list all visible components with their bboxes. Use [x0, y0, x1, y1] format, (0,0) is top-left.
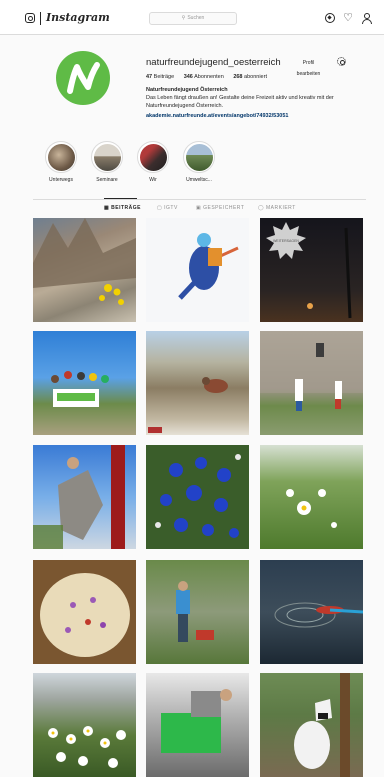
- post-tile[interactable]: [146, 560, 249, 664]
- post-image: [161, 689, 232, 753]
- active-tab-indicator: [104, 198, 137, 199]
- highlight-ring: [45, 141, 77, 173]
- heart-icon[interactable]: ♡: [343, 13, 353, 24]
- post-tile[interactable]: [33, 560, 136, 664]
- post-image: WEITERSAGEN: [266, 222, 352, 319]
- post-image: [155, 454, 241, 538]
- search-placeholder: Suchen: [187, 15, 205, 21]
- post-image: [40, 573, 130, 657]
- naturfreunde-logo-icon: [67, 62, 100, 94]
- following-count[interactable]: 268 abonniert: [233, 74, 267, 80]
- tab-igtv[interactable]: ▢ IGTV: [157, 205, 178, 211]
- tag-icon: ◯: [258, 205, 265, 211]
- search-input[interactable]: ⚲ Suchen: [149, 12, 237, 25]
- followers-count[interactable]: 346 Abonnenten: [184, 74, 224, 80]
- highlight-ring: [91, 141, 123, 173]
- post-image: [33, 445, 125, 549]
- post-image: [286, 489, 337, 528]
- post-tile[interactable]: WEITERSAGEN: [260, 218, 363, 322]
- post-tile[interactable]: [146, 445, 249, 549]
- top-navigation-bar: Instagram ⚲ Suchen ♡: [0, 0, 384, 35]
- search-icon: ⚲: [181, 15, 186, 21]
- bookmark-icon: ▣: [196, 205, 202, 211]
- tab-markiert[interactable]: ◯ MARKIERT: [258, 205, 296, 211]
- post-image: [51, 371, 109, 407]
- profile-stats: 47 Beiträge 346 Abonnenten 268 abonniert: [146, 74, 275, 80]
- grid-icon: ▦: [104, 205, 110, 211]
- post-tile[interactable]: [146, 218, 249, 322]
- profile-icon[interactable]: [361, 13, 372, 24]
- highlight-label: Umweltsc...: [186, 177, 212, 183]
- post-image: [260, 331, 363, 411]
- post-image: [274, 602, 363, 628]
- highlight-ring: [183, 141, 215, 173]
- instagram-glyph-icon[interactable]: [25, 13, 35, 23]
- highlight-thumbnail: [47, 143, 75, 171]
- highlight-unterwegs[interactable]: Unterwegs: [41, 141, 81, 183]
- highlight-ring: [137, 141, 169, 173]
- post-tile[interactable]: [33, 673, 136, 777]
- highlight-label: Wir: [149, 177, 157, 183]
- post-tile[interactable]: [260, 445, 363, 549]
- avatar[interactable]: [56, 51, 110, 105]
- posts-count: 47 Beiträge: [146, 74, 175, 80]
- highlight-seminare[interactable]: Seminare: [87, 141, 127, 183]
- post-tile[interactable]: [33, 445, 136, 549]
- post-badge-text: WEITERSAGEN: [273, 239, 299, 243]
- post-tile[interactable]: [146, 673, 249, 777]
- post-image: [294, 673, 350, 777]
- post-image: [176, 581, 214, 642]
- post-tile[interactable]: [33, 331, 136, 435]
- highlight-wir[interactable]: Wir: [133, 141, 173, 183]
- post-image: [33, 218, 136, 305]
- logo-separator: [40, 12, 41, 25]
- profile-link[interactable]: akademie.naturfreunde.at/events/angebot/…: [146, 113, 288, 119]
- highlight-label: Seminare: [96, 177, 118, 183]
- post-tile[interactable]: [146, 331, 249, 435]
- instagram-wordmark[interactable]: Instagram: [46, 11, 110, 24]
- profile-username: naturfreundejugend_oesterreich: [146, 57, 281, 68]
- tab-gespeichert[interactable]: ▣ GESPEICHERT: [196, 205, 244, 211]
- highlight-thumbnail: [93, 143, 121, 171]
- igtv-icon: ▢: [157, 205, 163, 211]
- profile-bio: Das Leben fängt draußen an! Gestalte dei…: [146, 95, 334, 109]
- post-tile[interactable]: [260, 560, 363, 664]
- post-tile[interactable]: [260, 331, 363, 435]
- post-tile[interactable]: [260, 673, 363, 777]
- highlight-umweltschutz[interactable]: Umweltsc...: [179, 141, 219, 183]
- post-image: [148, 377, 228, 433]
- highlight-label: Unterwegs: [49, 177, 73, 183]
- post-image: [178, 233, 239, 300]
- tab-beitraege[interactable]: ▦ BEITRÄGE: [104, 205, 141, 211]
- profile-full-name: Naturfreundejugend Österreich: [146, 87, 228, 93]
- post-image: [48, 726, 126, 768]
- post-tile[interactable]: [33, 218, 136, 322]
- settings-gear-icon[interactable]: [337, 57, 346, 66]
- compass-icon[interactable]: [325, 13, 335, 23]
- tabs-divider: [33, 199, 366, 200]
- edit-profile-button[interactable]: Profil bearbeiten: [286, 57, 331, 77]
- highlight-thumbnail: [139, 143, 167, 171]
- highlight-thumbnail: [185, 143, 213, 171]
